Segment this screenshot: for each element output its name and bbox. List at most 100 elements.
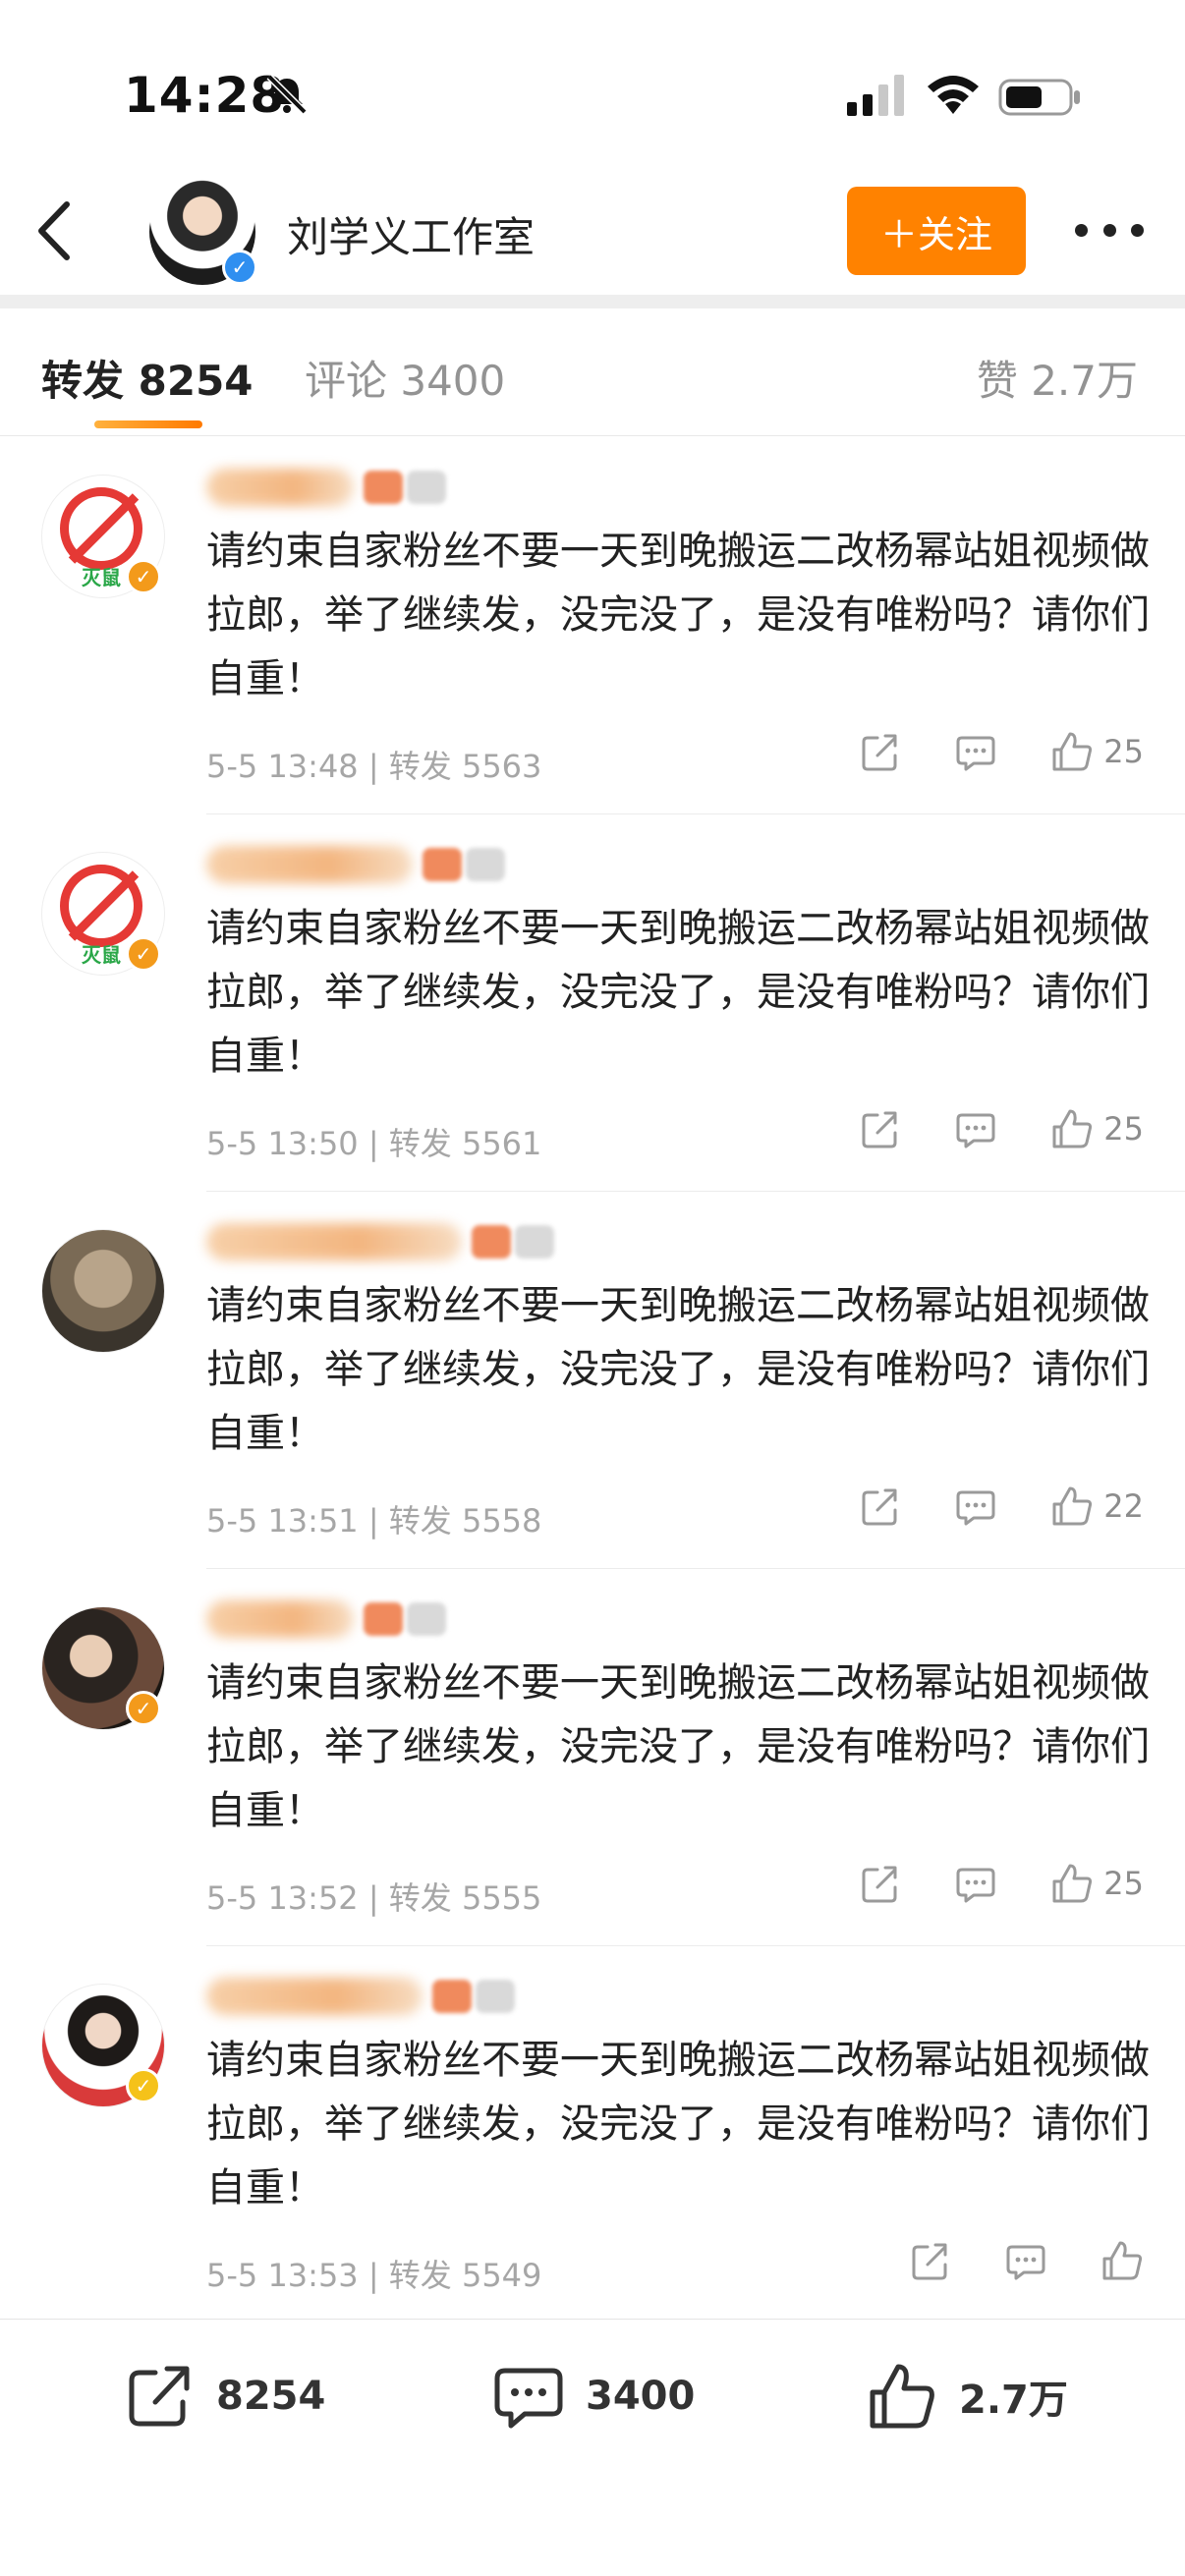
tab-bar: 转发 8254 评论 3400 赞 2.7万 xyxy=(0,308,1185,436)
repost-item[interactable]: ✓ 请约束自家粉丝不要一天到晚搬运二改杨幂站姐视频做拉郎，举了继续发，没完没了，… xyxy=(0,1946,1185,2324)
share-button[interactable] xyxy=(858,730,901,773)
username-blurred[interactable] xyxy=(206,1217,554,1266)
fan-badge-icon xyxy=(476,1980,515,2013)
comment-icon xyxy=(956,736,995,771)
tab-likes[interactable]: 赞 2.7万 xyxy=(977,348,1138,408)
level-badge-icon xyxy=(472,1225,511,1259)
active-tab-indicator xyxy=(94,420,202,428)
repost-text: 请约束自家粉丝不要一天到晚搬运二改杨幂站姐视频做拉郎，举了继续发，没完没了，是没… xyxy=(206,1660,1150,1833)
comment-button[interactable] xyxy=(954,730,997,773)
battery-icon xyxy=(998,79,1080,116)
share-icon xyxy=(912,2243,947,2280)
comment-button[interactable] xyxy=(1004,2239,1047,2282)
tab-reposts[interactable]: 转发 8254 xyxy=(41,348,254,408)
signal-icon xyxy=(847,75,904,116)
fan-badge-icon xyxy=(407,1602,446,1636)
comment-icon xyxy=(956,1868,995,1903)
bottom-comment-count: 3400 xyxy=(586,2374,696,2419)
share-button[interactable] xyxy=(858,1862,901,1905)
verified-badge-icon: ✓ xyxy=(126,1691,161,1726)
repost-meta: 5-5 13:50 | 转发 5561 xyxy=(206,1125,542,1162)
repost-actions xyxy=(855,2239,1144,2282)
thumbs-up-icon xyxy=(1052,732,1093,771)
status-time: 14:28 xyxy=(124,67,286,124)
user-avatar[interactable]: 灭鼠 ✓ xyxy=(41,475,165,598)
wifi-icon xyxy=(928,76,979,114)
status-bar: 14:28 xyxy=(0,0,1185,167)
share-icon xyxy=(862,734,897,771)
bottom-like-count: 2.7万 xyxy=(959,2378,1068,2423)
repost-item[interactable]: 灭鼠 ✓ 请约束自家粉丝不要一天到晚搬运二改杨幂站姐视频做拉郎，举了继续发，没完… xyxy=(0,437,1185,814)
share-button[interactable] xyxy=(858,1484,901,1528)
comment-icon xyxy=(1006,2245,1045,2280)
thumbs-up-icon xyxy=(1102,2241,1143,2280)
share-icon xyxy=(862,1866,897,1903)
bottom-repost-count: 8254 xyxy=(216,2374,326,2419)
thumbs-up-icon xyxy=(1052,1109,1093,1148)
thumbs-up-icon xyxy=(870,2364,934,2429)
share-icon xyxy=(862,1111,897,1148)
user-avatar[interactable] xyxy=(41,1229,165,1353)
like-count: 25 xyxy=(1103,1110,1144,1148)
username-blurred[interactable] xyxy=(206,840,505,889)
username-blurred[interactable] xyxy=(206,463,446,512)
like-button[interactable]: 22 xyxy=(1050,1484,1144,1528)
divider xyxy=(0,295,1185,308)
repost-meta: 5-5 13:52 | 转发 5555 xyxy=(206,1879,542,1917)
share-icon xyxy=(862,1488,897,1526)
like-count: 25 xyxy=(1103,733,1144,770)
bottom-like-button[interactable]: 2.7万 xyxy=(865,2359,1068,2434)
repost-meta: 5-5 13:53 | 转发 5549 xyxy=(206,2257,542,2294)
bell-slash-icon xyxy=(266,74,308,115)
level-badge-icon xyxy=(432,1980,472,2013)
user-avatar[interactable]: ✓ xyxy=(41,1606,165,1730)
repost-list: 灭鼠 ✓ 请约束自家粉丝不要一天到晚搬运二改杨幂站姐视频做拉郎，举了继续发，没完… xyxy=(0,437,1185,2324)
repost-meta: 5-5 13:48 | 转发 5563 xyxy=(206,748,542,785)
comment-button[interactable] xyxy=(954,1107,997,1150)
like-button[interactable] xyxy=(1100,2239,1144,2282)
page-title: 刘学义工作室 xyxy=(287,213,536,261)
like-count: 25 xyxy=(1103,1865,1144,1902)
user-avatar[interactable]: ✓ xyxy=(41,1984,165,2107)
like-button[interactable]: 25 xyxy=(1050,730,1144,773)
repost-text: 请约束自家粉丝不要一天到晚搬运二改杨幂站姐视频做拉郎，举了继续发，没完没了，是没… xyxy=(206,529,1150,701)
verified-badge-icon: ✓ xyxy=(222,250,257,285)
level-badge-icon xyxy=(364,1602,403,1636)
repost-item[interactable]: 请约束自家粉丝不要一天到晚搬运二改杨幂站姐视频做拉郎，举了继续发，没完没了，是没… xyxy=(0,1192,1185,1569)
like-button[interactable]: 25 xyxy=(1050,1862,1144,1905)
comment-icon xyxy=(494,2368,563,2429)
username-blurred[interactable] xyxy=(206,1972,515,2021)
avatar-image xyxy=(41,1229,165,1353)
repost-text: 请约束自家粉丝不要一天到晚搬运二改杨幂站姐视频做拉郎，举了继续发，没完没了，是没… xyxy=(206,1283,1150,1456)
thumbs-up-icon xyxy=(1052,1864,1093,1903)
thumbs-up-icon xyxy=(1052,1486,1093,1526)
repost-item[interactable]: ✓ 请约束自家粉丝不要一天到晚搬运二改杨幂站姐视频做拉郎，举了继续发，没完没了，… xyxy=(0,1569,1185,1946)
more-icon[interactable] xyxy=(1075,212,1144,248)
comment-button[interactable] xyxy=(954,1484,997,1528)
bottom-repost-button[interactable]: 8254 xyxy=(122,2359,325,2434)
share-button[interactable] xyxy=(908,2239,951,2282)
repost-meta: 5-5 13:51 | 转发 5558 xyxy=(206,1502,542,1540)
verified-badge-icon: ✓ xyxy=(126,2068,161,2103)
fan-badge-icon xyxy=(466,848,505,881)
user-avatar[interactable]: 灭鼠 ✓ xyxy=(41,852,165,976)
follow-button[interactable]: ＋关注 xyxy=(847,187,1026,275)
comment-icon xyxy=(956,1490,995,1526)
tab-comments[interactable]: 评论 3400 xyxy=(305,348,505,408)
repost-text: 请约束自家粉丝不要一天到晚搬运二改杨幂站姐视频做拉郎，举了继续发，没完没了，是没… xyxy=(206,906,1150,1079)
repost-actions: 22 xyxy=(805,1484,1144,1528)
nav-bar: ✓ 刘学义工作室 ＋关注 xyxy=(0,167,1185,295)
username-blurred[interactable] xyxy=(206,1595,446,1644)
back-arrow-icon[interactable] xyxy=(28,195,86,267)
like-count: 22 xyxy=(1103,1487,1144,1525)
comment-button[interactable] xyxy=(954,1862,997,1905)
level-badge-icon xyxy=(364,471,403,504)
repost-item[interactable]: 灭鼠 ✓ 请约束自家粉丝不要一天到晚搬运二改杨幂站姐视频做拉郎，举了继续发，没完… xyxy=(0,814,1185,1192)
bottom-comment-button[interactable]: 3400 xyxy=(491,2359,695,2434)
like-button[interactable]: 25 xyxy=(1050,1107,1144,1150)
share-icon xyxy=(129,2366,190,2427)
fan-badge-icon xyxy=(407,471,446,504)
comment-icon xyxy=(956,1113,995,1148)
repost-actions: 25 xyxy=(805,1107,1144,1150)
share-button[interactable] xyxy=(858,1107,901,1150)
